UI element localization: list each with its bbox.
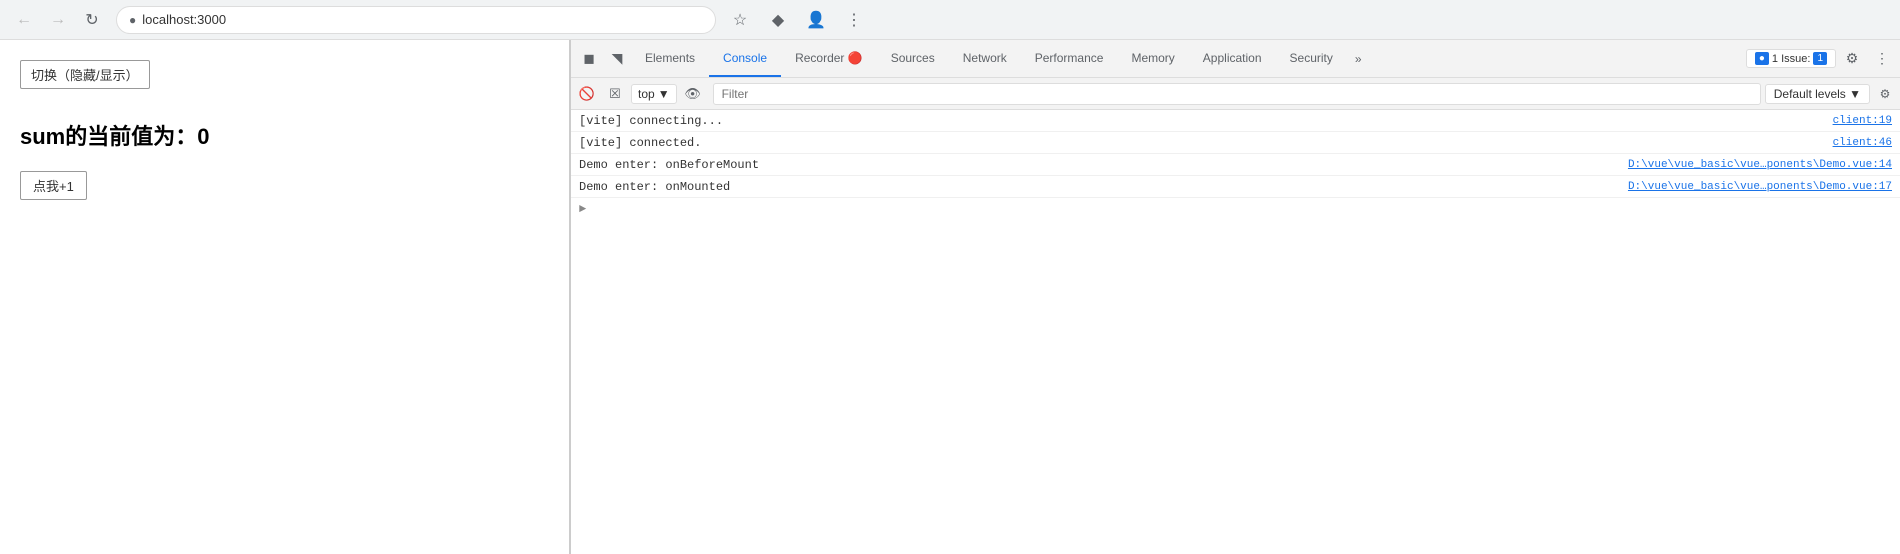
console-line: [vite] connecting... client:19 [571,110,1900,132]
devtools-more-button[interactable]: ⋮ [1868,45,1896,73]
toggle-button[interactable]: 切换（隐藏/显示） [20,60,150,89]
console-line-source[interactable]: D:\vue\vue_basic\vue…ponents\Demo.vue:17 [1628,181,1892,193]
top-label: top [638,87,655,101]
tab-application[interactable]: Application [1189,40,1276,77]
menu-button[interactable]: ⋮ [840,6,868,34]
tab-console[interactable]: Console [709,40,781,77]
console-line: Demo enter: onBeforeMount D:\vue\vue_bas… [571,154,1900,176]
console-filter-button[interactable]: ☒ [603,82,627,106]
devtools-device-button[interactable]: ◥ [603,45,631,73]
devtools-right-actions: ● 1 Issue: 1 ⚙ ⋮ [1746,45,1896,73]
tab-performance[interactable]: Performance [1021,40,1118,77]
console-line-text: Demo enter: onMounted [579,180,1628,194]
address-bar[interactable]: ● localhost:3000 [116,6,716,34]
tab-more-button[interactable]: » [1347,40,1370,77]
browser-actions: ☆ ◆ 👤 ⋮ [726,6,868,34]
url-text: localhost:3000 [142,12,226,27]
default-levels-label: Default levels ▼ [1774,87,1861,101]
console-line-text: [vite] connecting... [579,114,1833,128]
devtools-tabs: Elements Console Recorder 🔴 Sources Netw… [631,40,1746,77]
console-line-source[interactable]: D:\vue\vue_basic\vue…ponents\Demo.vue:14 [1628,159,1892,171]
tab-memory[interactable]: Memory [1117,40,1188,77]
console-line-text: [vite] connected. [579,136,1833,150]
tab-sources[interactable]: Sources [877,40,949,77]
issues-icon: ● [1755,52,1769,65]
console-toolbar: 🚫 ☒ top ▼ 👁 Default levels ▼ ⚙ [571,78,1900,110]
console-line: Demo enter: onMounted D:\vue\vue_basic\v… [571,176,1900,198]
devtools-settings-button[interactable]: ⚙ [1838,45,1866,73]
default-levels-dropdown[interactable]: Default levels ▼ [1765,84,1870,104]
tab-recorder[interactable]: Recorder 🔴 [781,40,877,77]
issues-count: 1 [1813,52,1827,65]
tab-network[interactable]: Network [949,40,1021,77]
tab-security[interactable]: Security [1276,40,1347,77]
console-eye-button[interactable]: 👁 [681,82,705,106]
main-layout: 切换（隐藏/显示） sum的当前值为：0 点我+1 ◼ ◥ Elements C… [0,40,1900,554]
console-output: [vite] connecting... client:19 [vite] co… [571,110,1900,554]
console-settings-button[interactable]: ⚙ [1874,83,1896,105]
console-clear-button[interactable]: 🚫 [575,82,599,106]
devtools-inspect-button[interactable]: ◼ [575,45,603,73]
browser-chrome: ← → ↻ ● localhost:3000 ☆ ◆ 👤 ⋮ [0,0,1900,40]
top-context-selector[interactable]: top ▼ [631,84,677,104]
console-line-source[interactable]: client:46 [1833,137,1892,149]
profile-button[interactable]: 👤 [802,6,830,34]
top-dropdown-icon: ▼ [658,87,670,101]
tab-elements[interactable]: Elements [631,40,709,77]
prompt-arrow-icon: ► [579,202,586,216]
forward-button[interactable]: → [44,6,72,34]
console-filter-input[interactable] [713,83,1761,105]
console-line-source[interactable]: client:19 [1833,115,1892,127]
sum-display: sum的当前值为：0 [20,119,549,151]
extensions-button[interactable]: ◆ [764,6,792,34]
console-line-text: Demo enter: onBeforeMount [579,158,1628,172]
console-line: [vite] connected. client:46 [571,132,1900,154]
issues-label: 1 Issue: [1772,53,1811,65]
reload-button[interactable]: ↻ [78,6,106,34]
nav-buttons: ← → ↻ [10,6,106,34]
console-prompt: ► [571,198,1900,220]
devtools-panel: ◼ ◥ Elements Console Recorder 🔴 Sources … [570,40,1900,554]
issues-badge[interactable]: ● 1 Issue: 1 [1746,49,1836,68]
bookmark-button[interactable]: ☆ [726,6,754,34]
devtools-toolbar: ◼ ◥ Elements Console Recorder 🔴 Sources … [571,40,1900,78]
lock-icon: ● [129,13,136,27]
click-button[interactable]: 点我+1 [20,171,87,200]
page-content: 切换（隐藏/显示） sum的当前值为：0 点我+1 [0,40,570,554]
back-button[interactable]: ← [10,6,38,34]
